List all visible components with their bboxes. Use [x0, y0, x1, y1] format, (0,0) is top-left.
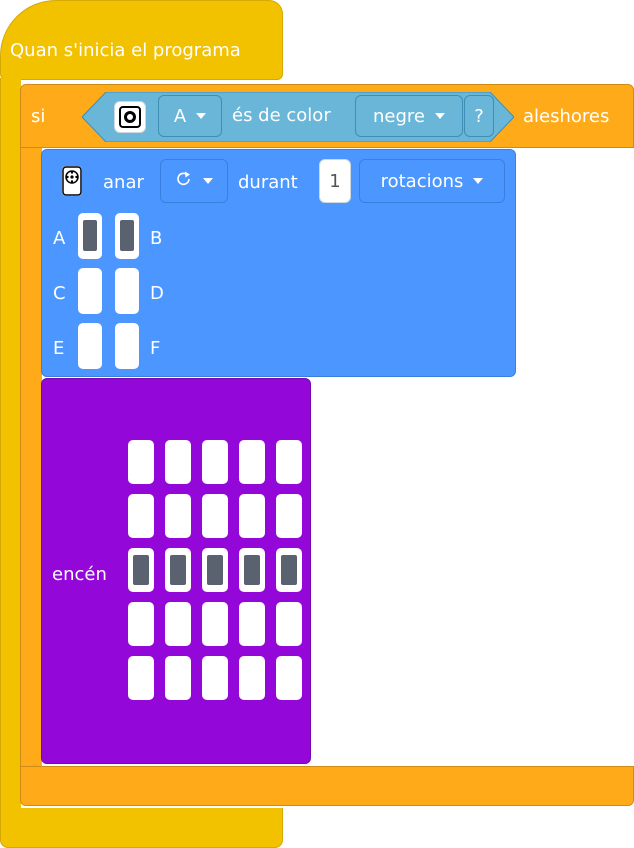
amount-input[interactable]: 1: [319, 159, 351, 203]
matrix-label: encén: [52, 564, 107, 585]
question-mark-field: ?: [464, 95, 494, 137]
led-pixel[interactable]: [239, 656, 265, 700]
led-pixel[interactable]: [165, 440, 191, 484]
port-label-c: C: [53, 283, 66, 304]
led-pixel[interactable]: [202, 656, 228, 700]
led-pixel[interactable]: [202, 602, 228, 646]
led-pixel[interactable]: [276, 656, 302, 700]
port-label-e: E: [53, 338, 65, 359]
port-label-f: F: [150, 338, 161, 359]
led-pixel[interactable]: [276, 602, 302, 646]
light-matrix-block[interactable]: encén: [41, 378, 311, 764]
start-event-bottom: [0, 808, 283, 848]
led-pixel[interactable]: [128, 494, 154, 538]
if-then-arm: [20, 148, 42, 766]
port-e-toggle[interactable]: [78, 323, 102, 369]
condition-text: és de color: [232, 105, 331, 126]
color-sensor-icon: [114, 101, 146, 133]
unit-dropdown[interactable]: rotacions: [359, 159, 505, 203]
motor-action-label: anar: [103, 172, 144, 193]
direction-dropdown[interactable]: [160, 159, 228, 203]
led-pixel[interactable]: [165, 602, 191, 646]
led-pixel[interactable]: [202, 494, 228, 538]
motor-run-block[interactable]: anar durant 1 rotacions A B C D E F: [41, 149, 516, 377]
color-dropdown[interactable]: negre: [355, 95, 463, 137]
led-pixel[interactable]: [165, 548, 191, 592]
duration-label: durant: [238, 172, 298, 193]
led-pixel[interactable]: [165, 656, 191, 700]
amount-input-value: 1: [329, 170, 341, 192]
led-pixel[interactable]: [128, 440, 154, 484]
if-then-bottom: [20, 766, 634, 806]
port-b-toggle[interactable]: [115, 213, 139, 259]
port-label-b: B: [150, 228, 163, 249]
led-pixel[interactable]: [239, 548, 265, 592]
color-condition-block[interactable]: A és de color negre ?: [82, 92, 514, 142]
port-dropdown[interactable]: A: [158, 95, 222, 137]
start-event-label: Quan s'inicia el programa: [10, 40, 241, 61]
port-f-toggle[interactable]: [115, 323, 139, 369]
then-label: aleshores: [523, 106, 610, 127]
led-pixel[interactable]: [239, 602, 265, 646]
clockwise-icon: [175, 170, 193, 193]
led-pixel[interactable]: [239, 440, 265, 484]
port-d-toggle[interactable]: [115, 268, 139, 314]
port-a-toggle[interactable]: [78, 213, 102, 259]
port-c-toggle[interactable]: [78, 268, 102, 314]
led-pixel[interactable]: [165, 494, 191, 538]
led-pixel[interactable]: [239, 494, 265, 538]
question-mark-text: ?: [474, 105, 484, 127]
unit-dropdown-value: rotacions: [380, 170, 464, 192]
led-pixel[interactable]: [276, 440, 302, 484]
led-pixel[interactable]: [128, 548, 154, 592]
color-dropdown-value: negre: [373, 105, 425, 127]
port-dropdown-value: A: [173, 105, 187, 127]
chevron-down-icon: [435, 113, 445, 119]
chevron-down-icon: [196, 113, 207, 119]
led-pixel[interactable]: [128, 656, 154, 700]
led-pixel[interactable]: [276, 548, 302, 592]
port-label-d: D: [150, 283, 164, 304]
port-label-a: A: [53, 228, 66, 249]
led-pixel[interactable]: [202, 548, 228, 592]
led-pixel[interactable]: [128, 602, 154, 646]
start-event-arm: [0, 78, 21, 808]
led-pixel[interactable]: [202, 440, 228, 484]
led-pixel[interactable]: [276, 494, 302, 538]
motor-pair-icon: [62, 166, 82, 196]
if-label: si: [31, 106, 46, 127]
chevron-down-icon: [473, 178, 484, 184]
chevron-down-icon: [203, 178, 213, 184]
